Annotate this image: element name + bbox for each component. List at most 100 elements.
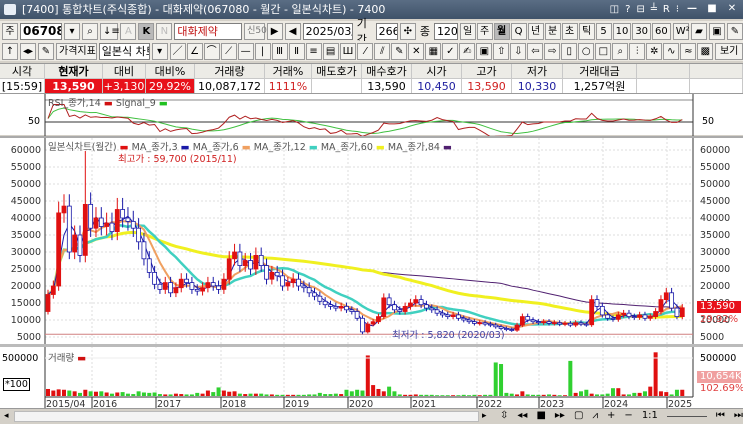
pattern-icon[interactable]: ✕ xyxy=(408,42,425,60)
wrench-icon[interactable]: ✎ xyxy=(727,22,743,40)
stop-icon[interactable]: ■ xyxy=(536,410,545,421)
menu-icon[interactable]: ⁝ xyxy=(676,0,679,19)
eraser-icon[interactable]: ✎ xyxy=(391,42,408,60)
r-icon[interactable]: R xyxy=(663,0,670,19)
arrow-up-icon[interactable]: ⇧ xyxy=(493,42,510,60)
price-chart[interactable]: 60000 60000 55000 55000 50000 50000 45000 45000… xyxy=(0,138,743,410)
y-tick-label-left: 15000 xyxy=(11,298,41,309)
interval-9[interactable]: 10 xyxy=(612,22,632,40)
search-pattern-icon[interactable]: ✲ xyxy=(646,42,663,60)
pin-icon[interactable]: ◫ xyxy=(610,0,619,19)
color-icon[interactable]: ▦ xyxy=(425,42,442,60)
maximize-button[interactable]: ■ xyxy=(705,3,719,15)
last-icon[interactable]: ⏭ xyxy=(734,410,743,421)
help-button[interactable]: ? xyxy=(625,0,630,19)
interval-3[interactable]: Q xyxy=(510,22,527,40)
frame-icon[interactable]: ▢ xyxy=(574,410,583,421)
zoom-slider[interactable] xyxy=(666,410,707,417)
interval-4[interactable]: 년 xyxy=(527,22,544,40)
a-button[interactable]: A xyxy=(120,22,137,40)
interval-1[interactable]: 주 xyxy=(476,22,493,40)
retrace-icon[interactable]: ≡ xyxy=(305,42,322,60)
vline-icon[interactable]: | xyxy=(254,42,271,60)
count-input[interactable]: 120 xyxy=(433,22,458,40)
interval-2[interactable]: 월 xyxy=(493,22,510,40)
interval-0[interactable]: 일 xyxy=(459,22,476,40)
zoom-in-icon[interactable]: + xyxy=(607,410,615,421)
fit-icon[interactable]: ⇳ xyxy=(500,410,508,421)
expand-icon[interactable]: ◂▸ xyxy=(20,42,36,60)
angle-icon[interactable]: ∠ xyxy=(186,42,203,60)
search-icon[interactable]: ⌕ xyxy=(82,22,99,40)
indicator-button[interactable]: 가격지표 xyxy=(56,42,97,60)
wave2-icon[interactable]: ≈ xyxy=(680,42,697,60)
volume-bar xyxy=(317,392,322,396)
rewind-icon[interactable]: ◂◂ xyxy=(517,410,527,421)
interval-8[interactable]: 5 xyxy=(595,22,612,40)
arc-icon[interactable]: ⌒ xyxy=(203,42,220,60)
check-icon[interactable]: ✓ xyxy=(442,42,459,60)
memo-icon[interactable]: ✎ xyxy=(38,42,54,60)
minimize-button[interactable]: — xyxy=(685,3,699,15)
wave-icon[interactable]: ∿ xyxy=(663,42,680,60)
interval-6[interactable]: 초 xyxy=(561,22,578,40)
volume-bar xyxy=(525,394,530,396)
interval-11[interactable]: 60 xyxy=(652,22,671,40)
arrow-up-small-icon[interactable]: ↑ xyxy=(2,42,18,60)
volume-bar xyxy=(280,394,285,396)
weight-icon[interactable]: W² xyxy=(672,22,690,40)
square-icon[interactable]: □ xyxy=(595,42,612,60)
image-icon[interactable]: ▣ xyxy=(476,42,493,60)
channel-icon[interactable]: ⫽ xyxy=(374,42,391,60)
ratio-icon[interactable]: 1:1 xyxy=(642,410,658,421)
arrow-left-icon[interactable]: ⇦ xyxy=(527,42,544,60)
arrow-right-icon[interactable]: ⇨ xyxy=(544,42,561,60)
interval-7[interactable]: 틱 xyxy=(578,22,595,40)
forward-icon[interactable]: ▸▸ xyxy=(555,410,565,421)
prev-icon[interactable]: ◀ xyxy=(284,22,301,40)
zoom-icon[interactable]: ⌕ xyxy=(612,42,629,60)
market-select[interactable]: 주 xyxy=(2,22,18,40)
export-icon[interactable]: ▩ xyxy=(697,42,714,60)
fan-icon[interactable]: ⟋ xyxy=(220,42,237,60)
edit-icon[interactable]: ✍ xyxy=(459,42,476,60)
pencil-line-icon[interactable]: ⁄ xyxy=(357,42,374,60)
n-button[interactable]: N xyxy=(156,22,173,40)
view-button[interactable]: 보기 xyxy=(715,42,743,60)
signal-icon[interactable]: ⫶ xyxy=(629,42,646,60)
first-icon[interactable]: ⏮ xyxy=(716,410,725,421)
next-icon[interactable]: ▶ xyxy=(266,22,283,40)
gann-icon[interactable]: ▤ xyxy=(322,42,339,60)
folder-icon[interactable]: ▰ xyxy=(691,22,707,40)
zoom-out-icon[interactable]: − xyxy=(624,410,632,421)
horizontal-scrollbar[interactable] xyxy=(14,411,479,422)
chart-settings-icon[interactable]: ⩘ xyxy=(592,410,598,421)
save-icon[interactable]: ▣ xyxy=(709,22,725,40)
scroll-right-icon[interactable]: ▸ xyxy=(482,411,487,421)
scroll-left-icon[interactable]: ◂ xyxy=(4,411,9,421)
code-dropdown-icon[interactable]: ▾ xyxy=(64,22,81,40)
interval-10[interactable]: 30 xyxy=(632,22,652,40)
circle-icon[interactable]: ○ xyxy=(578,42,595,60)
arrow-down-icon[interactable]: ⇩ xyxy=(510,42,527,60)
k-button[interactable]: K xyxy=(138,22,155,40)
chart-type-dropdown-icon[interactable]: ▾ xyxy=(151,42,168,60)
layout-icon[interactable]: ⊟ xyxy=(636,0,644,19)
list-icon[interactable]: ↓≡ xyxy=(100,22,120,40)
note-icon[interactable]: ▯ xyxy=(561,42,578,60)
stock-code-input[interactable]: 067080 xyxy=(20,22,63,40)
crosshair-icon[interactable]: ✣ xyxy=(399,22,416,40)
chart-type-select[interactable]: 일본식 차트 xyxy=(98,42,150,60)
cycle-icon[interactable]: Ⅲ xyxy=(271,42,288,60)
period-input[interactable]: 266 xyxy=(375,22,398,40)
trendline-icon[interactable]: ／ xyxy=(169,42,186,60)
candle-body xyxy=(232,251,237,260)
split-icon[interactable]: ╧ xyxy=(651,0,657,19)
date-input[interactable]: 2025/03/10 xyxy=(302,22,353,40)
speed-icon[interactable]: Ш xyxy=(339,42,357,60)
fibo-time-icon[interactable]: Ⅱ xyxy=(288,42,305,60)
hline-icon[interactable]: — xyxy=(237,42,254,60)
volume-bar xyxy=(227,391,232,396)
interval-5[interactable]: 분 xyxy=(544,22,561,40)
close-button[interactable]: ✕ xyxy=(725,3,739,15)
